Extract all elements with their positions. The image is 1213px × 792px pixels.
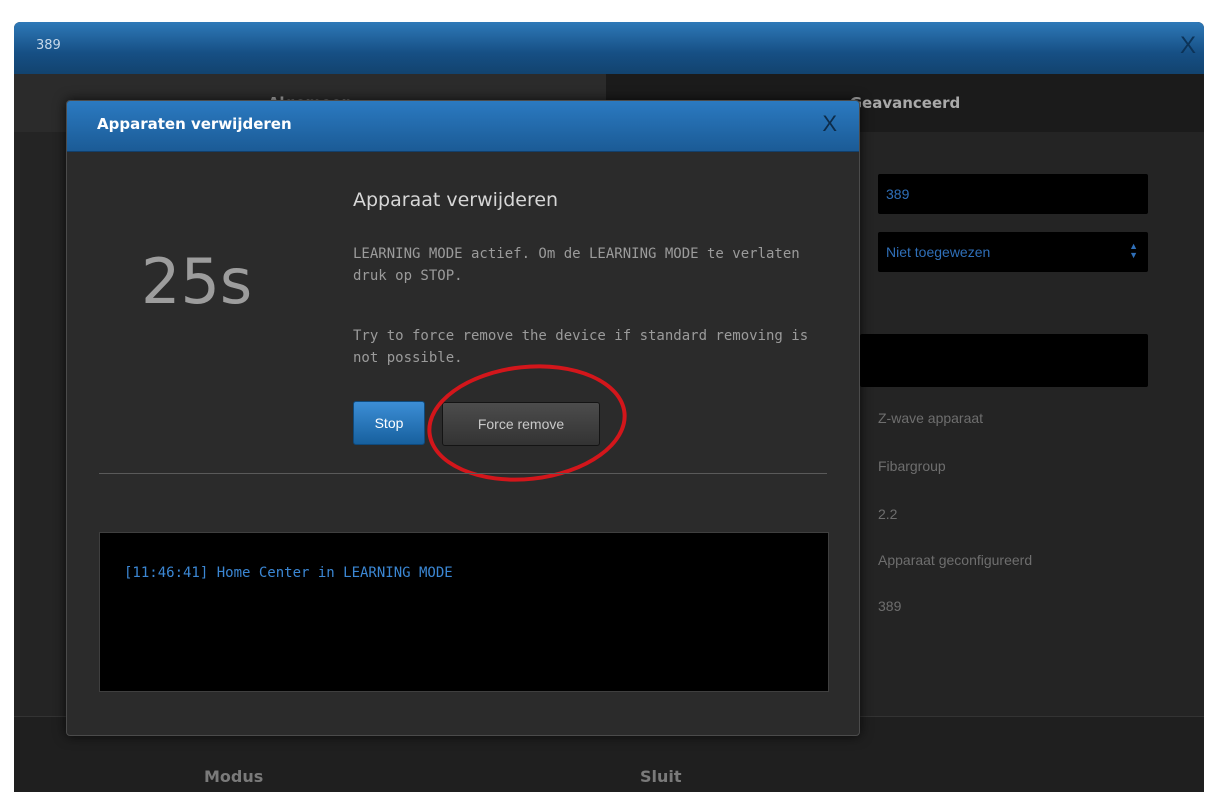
force-remove-button[interactable]: Force remove: [442, 402, 600, 446]
manufacturer-text: Fibargroup: [878, 458, 946, 474]
room-select[interactable]: Niet toegewezen ▲ ▼: [878, 232, 1148, 272]
description-field[interactable]: [860, 334, 1148, 387]
modal-subtitle: Apparaat verwijderen: [353, 189, 559, 211]
device-dialog-title: 389: [36, 38, 61, 53]
modal-title: Apparaten verwijderen: [97, 115, 292, 133]
force-remove-hint: Try to force remove the device if standa…: [353, 328, 809, 366]
modal-divider: [99, 473, 827, 474]
device-dialog-close-icon[interactable]: X: [1180, 34, 1196, 58]
learning-mode-message: LEARNING MODE actief. Om de LEARNING MOD…: [353, 246, 800, 284]
version-text: 2.2: [878, 506, 898, 522]
modal-header: Apparaten verwijderen X: [67, 101, 859, 152]
log-entry: [11:46:41] Home Center in LEARNING MODE: [124, 565, 453, 581]
device-dialog-header: 389 X: [14, 22, 1204, 74]
modal-close-icon[interactable]: X: [822, 113, 837, 135]
remove-devices-modal: Apparaten verwijderen X 25s Apparaat ver…: [66, 100, 860, 736]
stop-button[interactable]: Stop: [353, 401, 425, 445]
device-number-text: 389: [878, 598, 902, 614]
mode-label[interactable]: Modus: [204, 767, 263, 786]
countdown-timer: 25s: [141, 245, 253, 318]
room-select-value: Niet toegewezen: [886, 244, 991, 260]
device-id-value: 389: [886, 186, 910, 202]
config-status-text: Apparaat geconfigureerd: [878, 552, 1033, 568]
device-id-field[interactable]: 389: [878, 174, 1148, 214]
close-label[interactable]: Sluit: [640, 767, 682, 786]
event-log: [11:46:41] Home Center in LEARNING MODE: [99, 532, 829, 692]
device-type-text: Z-wave apparaat: [878, 410, 984, 426]
select-arrows-icon: ▲ ▼: [1129, 241, 1138, 260]
